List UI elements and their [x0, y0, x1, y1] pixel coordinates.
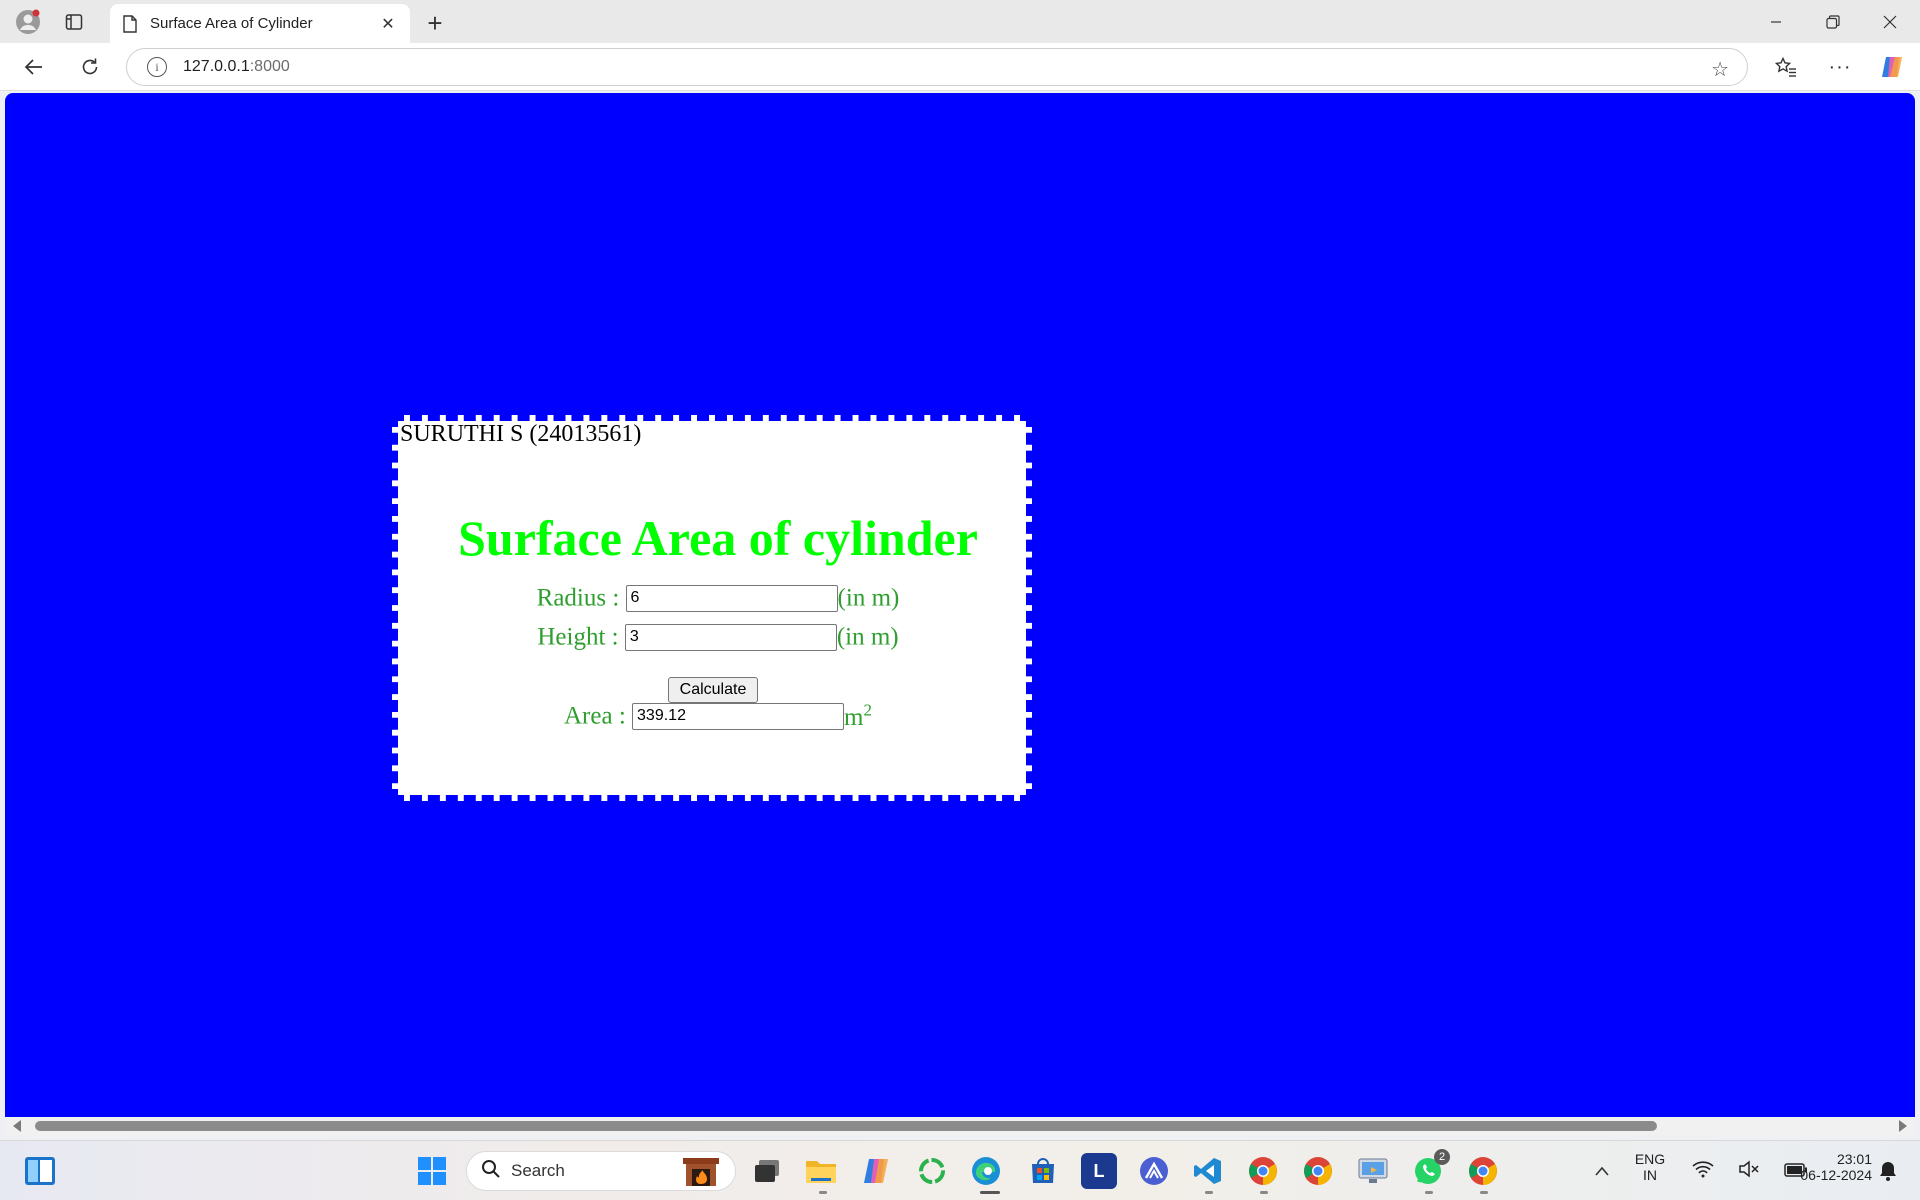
area-output[interactable]: 339.12: [632, 703, 845, 731]
more-icon[interactable]: ···: [1822, 49, 1858, 85]
refresh-icon[interactable]: [72, 49, 108, 85]
region-code: IN: [1643, 1167, 1657, 1183]
running-indicator: [819, 1191, 827, 1194]
calculate-button[interactable]: Calculate: [668, 677, 758, 703]
copilot-sidebar-icon[interactable]: [1874, 49, 1910, 85]
address-toolbar: i 127.0.0.1:8000 ☆ ···: [0, 43, 1920, 91]
page-title: Surface Area of cylinder: [458, 510, 978, 566]
whatsapp-icon[interactable]: 2: [1410, 1149, 1450, 1189]
area-unit: m2: [844, 701, 872, 732]
taskbar-search[interactable]: Search: [466, 1151, 736, 1191]
horizontal-scrollbar[interactable]: [5, 1117, 1915, 1135]
tab-active[interactable]: Surface Area of Cylinder ✕: [110, 4, 410, 43]
tab-actions-icon[interactable]: [56, 4, 92, 40]
height-unit: (in m): [836, 623, 899, 651]
radius-input[interactable]: 6: [625, 584, 838, 612]
area-row: Area : 339.12 m2: [398, 701, 1038, 732]
chrome-icon[interactable]: [1465, 1153, 1501, 1189]
search-label: Search: [511, 1161, 565, 1180]
area-unit-base: m: [844, 704, 864, 732]
chrome-icon[interactable]: [1245, 1153, 1281, 1189]
scrollbar-thumb[interactable]: [35, 1121, 1657, 1131]
whatsapp-badge: 2: [1434, 1149, 1450, 1165]
store-icon[interactable]: [1025, 1153, 1061, 1189]
clock-date: 06-12-2024: [1800, 1167, 1872, 1183]
vscode-icon[interactable]: [1190, 1153, 1226, 1189]
search-icon: [481, 1159, 501, 1184]
restore-icon[interactable]: [1805, 0, 1861, 43]
site-info-icon[interactable]: i: [147, 57, 167, 77]
taskbar: Search L 2 ENG IN 23:01 06-12-2024: [0, 1140, 1920, 1200]
scroll-right-arrow-icon[interactable]: [1899, 1120, 1907, 1132]
chevron-up-icon[interactable]: [1584, 1153, 1620, 1189]
chrome-icon[interactable]: [1300, 1153, 1336, 1189]
notification-bell-icon[interactable]: [1870, 1153, 1906, 1189]
address-port: :8000: [249, 58, 290, 75]
close-window-icon[interactable]: [1862, 0, 1918, 43]
new-tab-button[interactable]: +: [418, 6, 452, 40]
running-indicator: [1205, 1191, 1213, 1194]
volume-muted-icon: [1738, 1159, 1760, 1183]
address-bar[interactable]: i 127.0.0.1:8000 ☆: [126, 48, 1748, 86]
active-indicator: [980, 1191, 1000, 1194]
page-viewport: SURUTHI S (24013561) Surface Area of cyl…: [5, 93, 1915, 1117]
radius-row: Radius : 6 (in m): [398, 583, 1038, 612]
edge-icon[interactable]: [968, 1153, 1004, 1189]
refresh-app-icon[interactable]: [914, 1153, 950, 1189]
language-code: ENG: [1634, 1151, 1666, 1167]
page-icon: [120, 14, 140, 34]
radius-unit: (in m): [837, 584, 900, 612]
task-view-icon[interactable]: [749, 1153, 785, 1189]
running-indicator: [1425, 1191, 1433, 1194]
height-row: Height : 3 (in m): [398, 622, 1038, 651]
language-indicator[interactable]: ENG IN: [1628, 1151, 1672, 1183]
clock[interactable]: 23:01 06-12-2024: [1778, 1151, 1872, 1183]
area-label: Area :: [564, 702, 626, 730]
arc-app-icon[interactable]: [1136, 1153, 1172, 1189]
profile-icon[interactable]: [10, 4, 46, 40]
height-label: Height :: [537, 623, 619, 651]
fireplace-widget-icon: [681, 1154, 721, 1193]
minimize-icon[interactable]: [1748, 0, 1804, 43]
scroll-left-arrow-icon[interactable]: [13, 1120, 21, 1132]
area-unit-exponent: 2: [863, 701, 872, 720]
widgets-icon[interactable]: [22, 1153, 58, 1189]
start-icon[interactable]: [414, 1153, 450, 1189]
tab-bar: Surface Area of Cylinder ✕ +: [0, 0, 1920, 43]
wifi-icon: [1692, 1160, 1714, 1183]
file-explorer-icon[interactable]: [803, 1153, 839, 1189]
running-indicator: [1480, 1191, 1488, 1194]
running-indicator: [1260, 1191, 1268, 1194]
favorites-icon[interactable]: [1768, 49, 1804, 85]
close-tab-icon[interactable]: ✕: [376, 12, 400, 36]
favorite-star-icon[interactable]: ☆: [1711, 57, 1729, 82]
height-input[interactable]: 3: [624, 623, 837, 651]
remote-desktop-icon[interactable]: [1355, 1153, 1391, 1189]
clock-time: 23:01: [1836, 1151, 1872, 1167]
author-label: SURUTHI S (24013561): [400, 421, 642, 447]
l-app-icon[interactable]: L: [1081, 1153, 1117, 1189]
calculator-card: SURUTHI S (24013561) Surface Area of cyl…: [392, 415, 1032, 801]
radius-label: Radius :: [536, 584, 620, 612]
copilot-icon[interactable]: [858, 1153, 894, 1189]
back-icon[interactable]: [16, 49, 52, 85]
address-host: 127.0.0.1: [183, 58, 250, 75]
tab-title: Surface Area of Cylinder: [150, 15, 313, 32]
